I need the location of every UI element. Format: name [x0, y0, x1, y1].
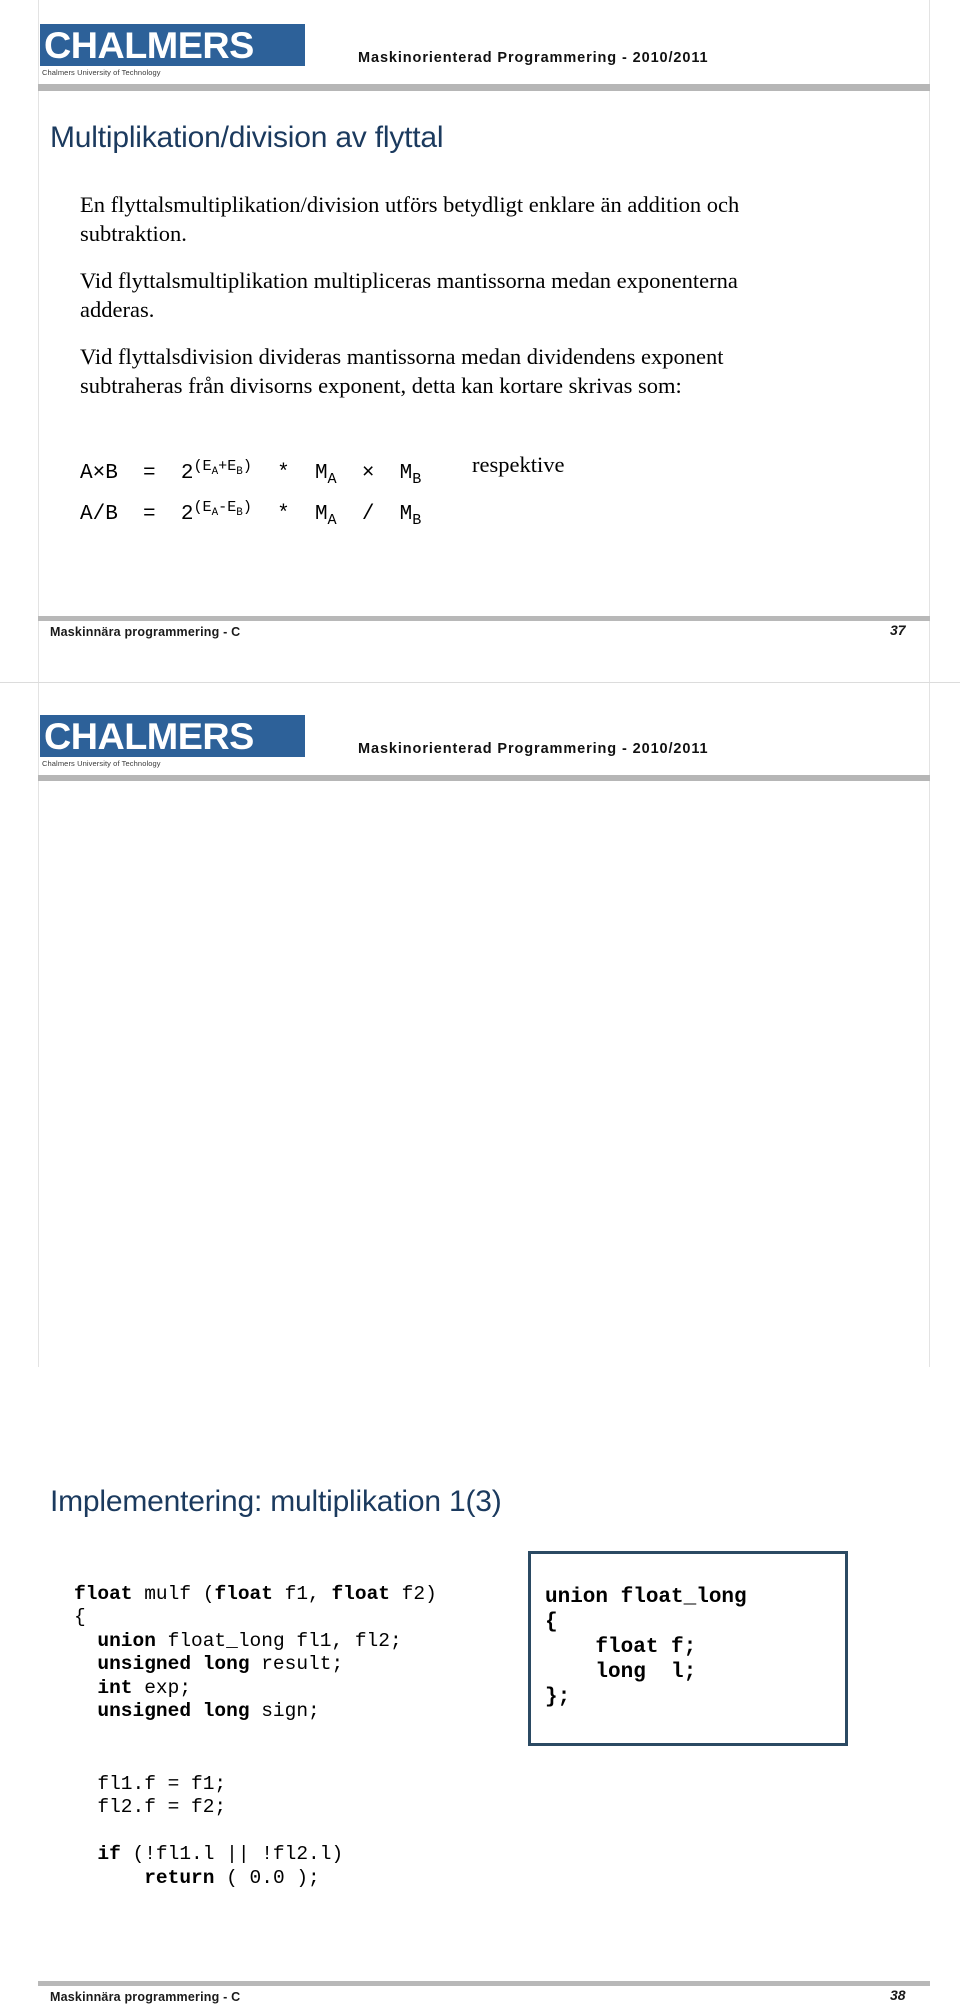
code-block-assignments: fl1.f = f1; fl2.f = f2; if (!fl1.l || !f… [97, 1772, 344, 1889]
formula-mantissa-b-sub: B [412, 511, 422, 530]
slide-implementering-multiplikation: CHALMERS Chalmers University of Technolo… [0, 683, 960, 2004]
formula-exp-close: ) [242, 457, 252, 475]
formula-line-division: A/B = 2(EA-EB) * MA / MB [80, 493, 421, 534]
footer-course-label: Maskinnära programmering - C [50, 625, 241, 639]
footer-rule [38, 616, 930, 621]
page-title: Multiplikation/division av flyttal [50, 121, 444, 155]
slide-multiplikation-division: CHALMERS Chalmers University of Technolo… [0, 0, 960, 682]
logo-subtitle: Chalmers University of Technology [42, 759, 161, 768]
body-paragraph: Vid flyttalsmultiplikation multipliceras… [80, 268, 738, 322]
formula-exp-op: +E [218, 457, 237, 475]
formula-exponent: (EA+EB) [193, 457, 252, 478]
code-block-union: union float_long { float f; long l; }; [545, 1586, 747, 1709]
formula-exp-open: (E [193, 457, 212, 475]
logo-wordmark: CHALMERS [44, 715, 254, 757]
footer-rule [38, 1981, 930, 1986]
formula-mantissa-b: M [399, 503, 413, 527]
slide-number: 37 [890, 622, 906, 638]
formula-mantissa-a: M [314, 503, 328, 527]
course-header: Maskinorienterad Programmering - 2010/20… [358, 50, 709, 66]
formula-equals: = [143, 503, 156, 527]
union-declaration-box: union float_long { float f; long l; }; [528, 1551, 848, 1746]
logo-subtitle: Chalmers University of Technology [42, 68, 161, 77]
formula-star: * [277, 462, 290, 485]
formula-mantissa-a-sub: A [327, 511, 337, 530]
formula-mantissa-a: M [314, 462, 328, 485]
formula-operator: × [361, 462, 375, 485]
page-title: Implementering: multiplikation 1(3) [50, 1485, 502, 1519]
formula-note: respektive [472, 452, 565, 477]
body-paragraph: Vid flyttalsdivision divideras mantissor… [80, 344, 724, 398]
formula-line-multiplication: A×B = 2(EA+EB) * MA × MB [80, 452, 421, 493]
formula-exp-open: (E [193, 498, 212, 517]
course-header: Maskinorienterad Programmering - 2010/20… [358, 741, 709, 757]
formula-lhs: A×B [80, 462, 118, 485]
formula-star: * [277, 503, 290, 527]
slide-number: 38 [890, 1987, 906, 2003]
slide-header: CHALMERS Chalmers University of Technolo… [0, 0, 960, 91]
body-paragraph: En flyttalsmultiplikation/division utför… [80, 192, 740, 246]
slide-body: En flyttalsmultiplikation/division utför… [80, 190, 780, 418]
footer-course-label: Maskinnära programmering - C [50, 1990, 241, 2004]
formula-exp-close: ) [242, 498, 252, 517]
formula-exp-op: -E [218, 498, 237, 517]
formula-mantissa-b-sub: B [412, 470, 422, 489]
formula-operator: / [361, 503, 375, 527]
logo-wordmark: CHALMERS [44, 24, 254, 66]
formula-base: 2 [180, 462, 194, 485]
formula-mantissa-a-sub: A [327, 470, 337, 489]
formula-exponent: (EA-EB) [193, 498, 252, 519]
formula-base: 2 [180, 503, 194, 527]
code-block-function: float mulf (float f1, float f2) { union … [74, 1582, 437, 1723]
formula-lhs: A/B [80, 503, 118, 527]
formula-block: A×B = 2(EA+EB) * MA × MB A/B = 2(EA-EB) … [80, 452, 421, 534]
header-rule [38, 84, 930, 91]
formula-mantissa-b: M [399, 462, 413, 485]
slide-header: CHALMERS Chalmers University of Technolo… [0, 683, 960, 781]
chalmers-logo: CHALMERS [40, 715, 305, 757]
header-rule [38, 775, 930, 781]
formula-equals: = [143, 462, 156, 485]
chalmers-logo: CHALMERS [40, 24, 305, 66]
